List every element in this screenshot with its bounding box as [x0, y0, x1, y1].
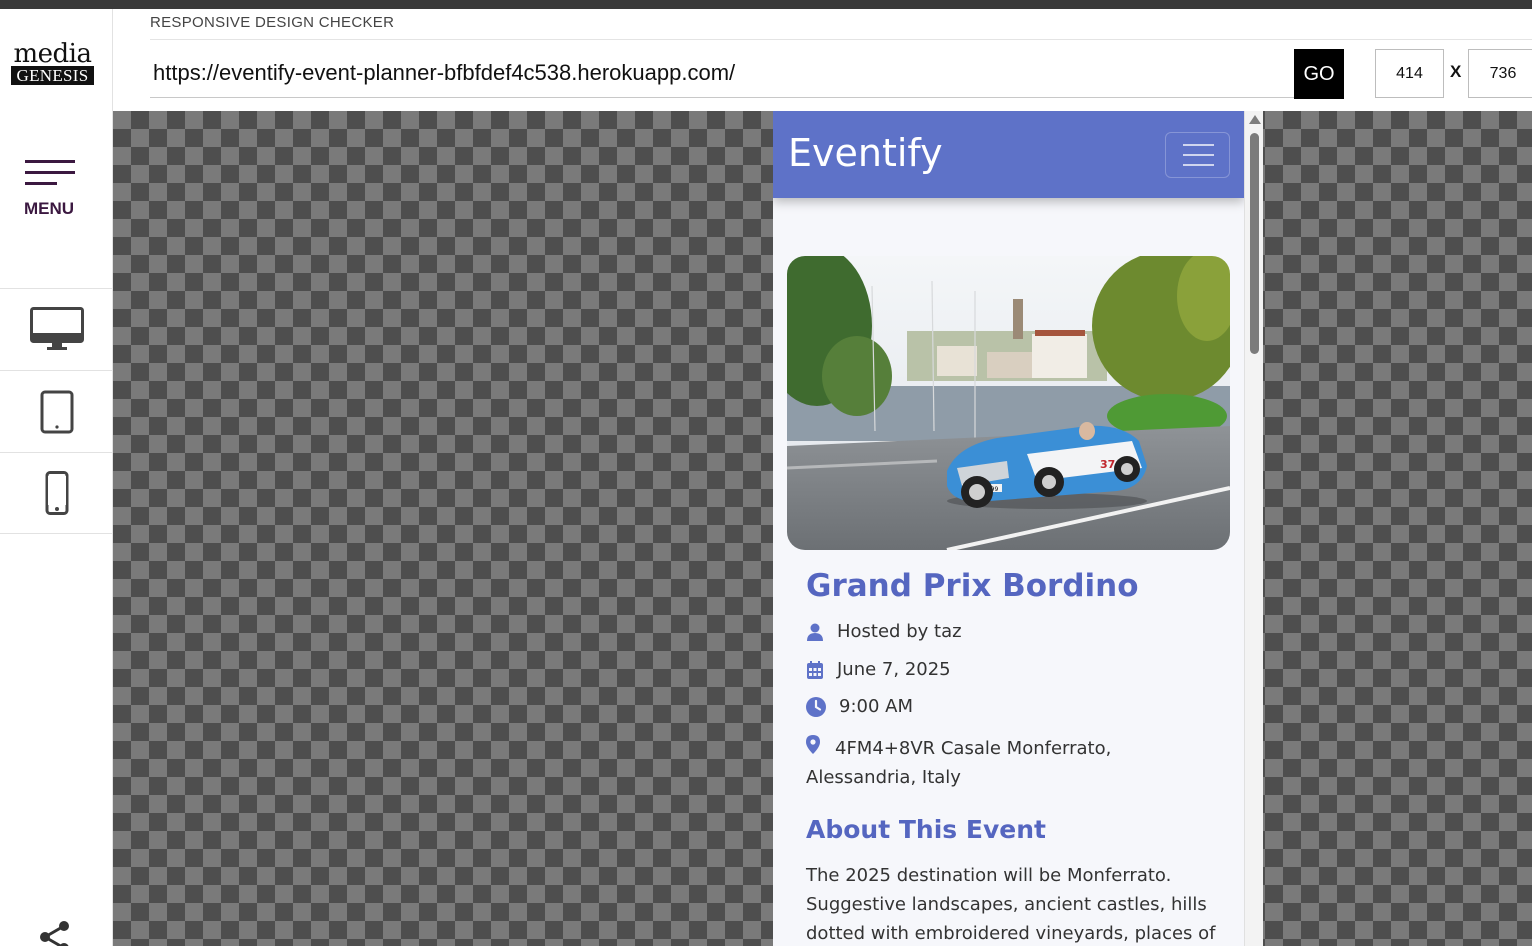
calendar-icon: [806, 660, 824, 680]
scroll-up-arrow-icon[interactable]: [1249, 115, 1261, 124]
svg-text:37: 37: [1100, 458, 1115, 471]
event-time: 9:00 AM: [839, 696, 913, 717]
event-photo-car: AA 22 999 37: [787, 256, 1230, 550]
menu-icon-line: [25, 182, 57, 185]
site-brand[interactable]: Eventify: [788, 131, 943, 175]
event-time-row: 9:00 AM: [806, 696, 913, 717]
tablet-view-button[interactable]: [0, 370, 113, 452]
desktop-icon: [29, 306, 84, 350]
menu-label: MENU: [23, 199, 75, 218]
user-icon: [806, 622, 824, 642]
header-divider: [150, 39, 1532, 40]
checker-title: RESPONSIVE DESIGN CHECKER: [150, 14, 395, 31]
hamburger-icon-line: [1183, 164, 1214, 166]
hamburger-icon: [1183, 144, 1214, 146]
media-genesis-logo[interactable]: media GENESIS: [11, 39, 94, 85]
event-date: June 7, 2025: [837, 659, 951, 680]
site-navbar: Eventify: [773, 111, 1244, 198]
checker-header: RESPONSIVE DESIGN CHECKER GO X: [113, 9, 1532, 111]
sidebar: media GENESIS MENU: [0, 9, 113, 946]
logo-media-text: media: [13, 39, 92, 69]
clock-icon: [806, 696, 826, 717]
window-top-strip: [0, 0, 1532, 9]
share-icon: [40, 921, 69, 946]
menu-icon-line: [25, 171, 75, 174]
event-title: Grand Prix Bordino: [806, 568, 1139, 604]
viewport-scrollbar[interactable]: [1244, 111, 1263, 946]
tablet-icon: [40, 390, 73, 433]
event-host: Hosted by taz: [837, 621, 962, 642]
scroll-thumb[interactable]: [1250, 133, 1259, 354]
phone-view-button[interactable]: [0, 452, 113, 534]
about-event-text: The 2025 destination will be Monferrato.…: [806, 865, 1216, 944]
device-viewport[interactable]: Eventify 37 Grand Prix Bordino Hosted by…: [773, 111, 1263, 946]
menu-button[interactable]: MENU: [14, 154, 86, 224]
event-image: AA 22 999 37: [787, 256, 1230, 550]
logo-genesis-text: GENESIS: [11, 66, 94, 85]
event-date-row: June 7, 2025: [806, 659, 951, 680]
dimension-separator: X: [1450, 62, 1462, 81]
url-input[interactable]: [150, 49, 1294, 98]
desktop-view-button[interactable]: [0, 288, 113, 370]
navbar-toggler-button[interactable]: [1165, 132, 1230, 178]
about-event-heading: About This Event: [806, 815, 1046, 844]
event-location: 4FM4+8VR Casale Monferrato, Alessandria,…: [806, 738, 1112, 788]
event-host-row: Hosted by taz: [806, 621, 962, 642]
go-button[interactable]: GO: [1294, 49, 1344, 99]
menu-icon: [25, 160, 75, 163]
hamburger-icon-line: [1183, 154, 1214, 156]
phone-icon: [45, 471, 68, 515]
share-button[interactable]: [36, 917, 76, 946]
height-input[interactable]: [1468, 49, 1532, 98]
width-input[interactable]: [1375, 49, 1444, 98]
